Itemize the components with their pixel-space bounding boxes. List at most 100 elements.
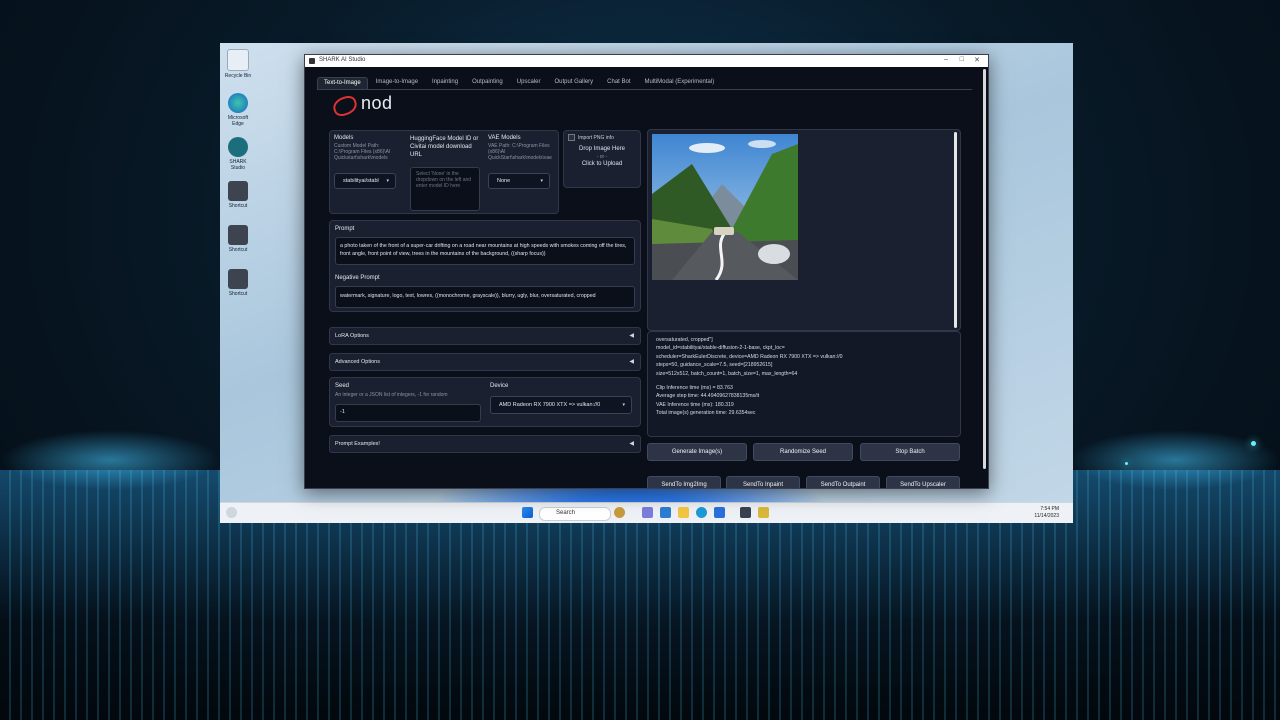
store-icon[interactable] <box>714 507 725 518</box>
light-spark <box>1251 441 1256 446</box>
log-line: scheduler=SharkEulerDiscrete, device=AMD… <box>656 353 843 360</box>
edge-taskbar-icon[interactable] <box>696 507 707 518</box>
advanced-options-label: Advanced Options <box>335 359 380 365</box>
desktop-icon-label: Recycle Bin <box>224 73 252 79</box>
png-import-panel[interactable]: Import PNG info Drop Image Here - or - C… <box>563 130 641 188</box>
widgets-icon[interactable] <box>226 507 237 518</box>
negative-prompt-text: watermark, signature, logo, text, lowres… <box>340 293 596 299</box>
send-to-inpaint-button[interactable]: SendTo Inpaint <box>726 476 800 488</box>
tab-inpainting[interactable]: Inpainting <box>426 77 464 89</box>
log-lines: oversaturated, cropped"] model_id=stabil… <box>648 336 843 418</box>
vae-column: VAE Models VAE Path: C:\Program Files (x… <box>488 135 554 161</box>
collapse-arrow-icon: ◀ <box>629 359 634 365</box>
models-select[interactable]: stabilityai/stabl ▾ <box>334 173 396 189</box>
send-to-upscaler-button[interactable]: SendTo Upscaler <box>886 476 960 488</box>
nod-logo: nod <box>330 93 392 120</box>
prompt-panel: Prompt a photo taken of the front of a s… <box>329 220 641 312</box>
app-icon <box>309 58 315 64</box>
bing-icon[interactable] <box>614 507 625 518</box>
tab-chat-bot[interactable]: Chat Bot <box>601 77 636 89</box>
vae-selected-value: None <box>497 178 511 184</box>
prompt-examples-accordion[interactable]: Prompt Examples! ◀ <box>329 435 641 453</box>
seed-value: -1 <box>340 409 345 415</box>
light-glow-right <box>1070 430 1280 490</box>
shark-studio-window: SHARK AI Studio – □ ✕ Text-to-Image Imag… <box>304 54 989 489</box>
clock-time: 7:54 PM <box>1040 506 1059 512</box>
chevron-down-icon: ▾ <box>540 178 543 184</box>
shortcut-icon <box>228 181 248 201</box>
gallery-scrollbar[interactable] <box>954 132 957 328</box>
title-bar: SHARK AI Studio – □ ✕ <box>305 55 988 67</box>
light-spark <box>1125 462 1128 465</box>
collapse-arrow-icon: ◀ <box>629 333 634 339</box>
hf-column: HuggingFace Model ID or Civitai model do… <box>410 135 480 159</box>
models-path: Custom Model Path: C:\Program Files (x86… <box>334 143 391 161</box>
taskbar-search[interactable]: Search <box>539 507 611 521</box>
desktop-icon-recycle-bin[interactable]: Recycle Bin <box>224 49 252 79</box>
task-view-icon[interactable] <box>642 507 653 518</box>
desktop-icon-shark[interactable]: SHARK Studio <box>224 137 252 171</box>
tab-text-to-image[interactable]: Text-to-Image <box>317 77 368 89</box>
generated-image[interactable] <box>652 134 798 280</box>
png-import-label: Import PNG info <box>578 134 614 141</box>
tab-outpainting[interactable]: Outpainting <box>466 77 509 89</box>
hf-model-label: HuggingFace Model ID or Civitai model do… <box>410 136 479 158</box>
vae-label: VAE Models <box>488 135 521 141</box>
image-icon <box>568 134 575 141</box>
desktop-icon-shortcut[interactable]: Shortcut <box>224 225 252 253</box>
lora-options-label: LoRA Options <box>335 333 369 339</box>
model-settings-panel: Models Custom Model Path: C:\Program Fil… <box>329 130 559 214</box>
chevron-down-icon: ▾ <box>386 178 389 184</box>
desktop-icon-shortcut[interactable]: Shortcut <box>224 269 252 297</box>
send-to-img2img-button[interactable]: SendTo Img2Img <box>647 476 721 488</box>
randomize-seed-button[interactable]: Randomize Seed <box>753 443 853 461</box>
app-taskbar-icon[interactable] <box>758 507 769 518</box>
close-icon[interactable]: ✕ <box>974 56 980 64</box>
hf-model-input[interactable]: Select 'None' in the dropdown on the lef… <box>410 167 480 211</box>
desktop-icon-shortcut[interactable]: Shortcut <box>224 181 252 209</box>
window-scrollbar[interactable] <box>983 69 986 469</box>
negative-prompt-label: Negative Prompt <box>335 275 380 281</box>
send-to-outpaint-button[interactable]: SendTo Outpaint <box>806 476 880 488</box>
log-line: model_id=stabilityai/stable-diffusion-2-… <box>656 345 785 352</box>
lora-options-accordion[interactable]: LoRA Options ◀ <box>329 327 641 345</box>
tab-output-gallery[interactable]: Output Gallery <box>548 77 599 89</box>
minimize-icon[interactable]: – <box>944 56 948 63</box>
tab-upscaler[interactable]: Upscaler <box>511 77 547 89</box>
vae-path: VAE Path: C:\Program Files (x86)\AI Quic… <box>488 143 552 161</box>
log-line: Total image(s) generation time: 29.6354s… <box>656 410 756 417</box>
png-drop-zone[interactable]: Drop Image Here - or - Click to Upload <box>564 145 640 169</box>
shark-taskbar-icon[interactable] <box>740 507 751 518</box>
prompt-text: a photo taken of the front of a super-ca… <box>340 243 627 257</box>
vae-select[interactable]: None ▾ <box>488 173 550 189</box>
log-line: oversaturated, cropped"] <box>656 337 713 343</box>
start-icon[interactable] <box>522 507 533 518</box>
prompt-input[interactable]: a photo taken of the front of a super-ca… <box>335 237 635 265</box>
negative-prompt-input[interactable]: watermark, signature, logo, text, lowres… <box>335 286 635 308</box>
log-line: VAE Inference time (ms): 180.319 <box>656 401 734 408</box>
file-explorer-icon[interactable] <box>678 507 689 518</box>
tab-image-to-image[interactable]: Image-to-Image <box>370 77 424 89</box>
stop-batch-button[interactable]: Stop Batch <box>860 443 960 461</box>
mountain-road-image <box>652 134 798 280</box>
recycle-bin-icon <box>227 49 249 71</box>
taskbar: Search 7:54 PM 11/14/2023 <box>220 502 1073 523</box>
device-selected-value: AMD Radeon RX 7900 XTX => vulkan://0 <box>499 402 601 408</box>
png-import-header: Import PNG info <box>568 134 614 141</box>
seed-input[interactable]: -1 <box>335 404 481 422</box>
generate-button[interactable]: Generate Image(s) <box>647 443 747 461</box>
chat-icon[interactable] <box>660 507 671 518</box>
tab-multimodal[interactable]: MultiModal (Experimental) <box>639 77 721 89</box>
clock[interactable]: 7:54 PM 11/14/2023 <box>1034 506 1059 520</box>
search-label: Search <box>556 510 576 516</box>
clock-date: 11/14/2023 <box>1034 513 1059 519</box>
shortcut-icon <box>228 269 248 289</box>
device-select[interactable]: AMD Radeon RX 7900 XTX => vulkan://0 ▾ <box>490 396 632 414</box>
collapse-arrow-icon: ◀ <box>629 441 634 447</box>
upload-text: Click to Upload <box>581 161 623 167</box>
maximize-icon[interactable]: □ <box>960 56 964 63</box>
desktop-icon-label: Shortcut <box>228 247 248 253</box>
log-line: steps=50, guidance_scale=7.5, seed=[2189… <box>656 362 773 369</box>
advanced-options-accordion[interactable]: Advanced Options ◀ <box>329 353 641 371</box>
desktop-icon-edge[interactable]: Microsoft Edge <box>224 93 252 127</box>
